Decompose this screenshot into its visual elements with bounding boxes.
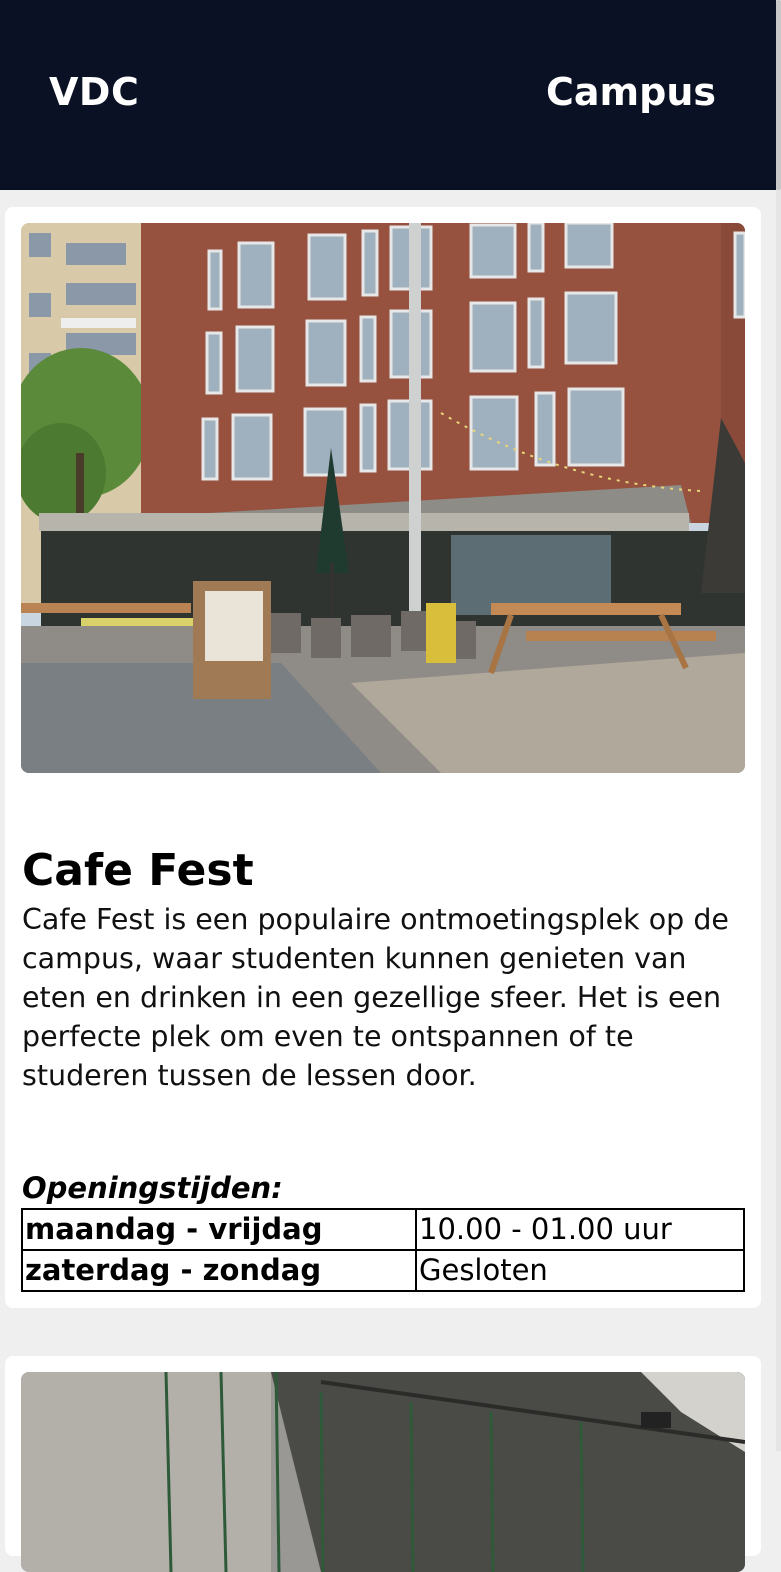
- location-card-cafe-fest: Cafe Fest Cafe Fest is een populaire ont…: [5, 207, 761, 1308]
- interior-photo: [21, 1372, 745, 1572]
- brand-logo-text[interactable]: VDC: [49, 70, 139, 114]
- opening-hours-heading: Openingstijden:: [22, 1171, 283, 1205]
- hours-time-cell: 10.00 - 01.00 uur: [415, 1208, 745, 1251]
- location-card-next: [5, 1356, 761, 1572]
- top-navigation-bar: VDC Campus: [0, 0, 776, 190]
- nav-link-campus[interactable]: Campus: [546, 70, 716, 114]
- opening-hours-table: maandag - vrijdag 10.00 - 01.00 uur zate…: [21, 1208, 745, 1292]
- page-scrollbar[interactable]: [776, 0, 781, 1451]
- table-row: maandag - vrijdag 10.00 - 01.00 uur: [21, 1208, 745, 1251]
- hours-days-cell: maandag - vrijdag: [21, 1208, 417, 1251]
- hours-time-cell: Gesloten: [415, 1249, 745, 1292]
- table-row: zaterdag - zondag Gesloten: [21, 1249, 745, 1292]
- cafe-fest-photo: [21, 223, 745, 773]
- card-description: Cafe Fest is een populaire ontmoetingspl…: [22, 903, 729, 1092]
- scrollbar-thumb[interactable]: [776, 0, 781, 190]
- hours-days-cell: zaterdag - zondag: [21, 1249, 417, 1292]
- card-title: Cafe Fest: [22, 845, 254, 896]
